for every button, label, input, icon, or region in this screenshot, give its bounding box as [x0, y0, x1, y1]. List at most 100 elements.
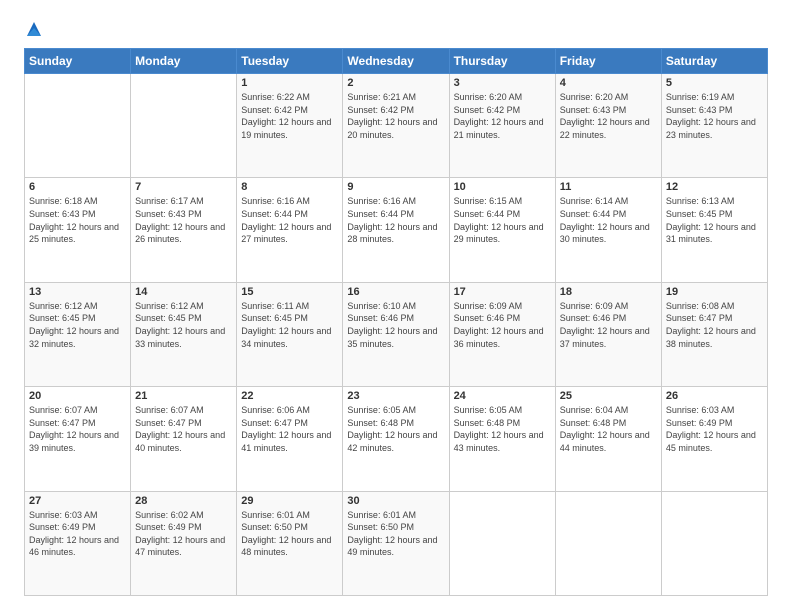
calendar-cell: 3 Sunrise: 6:20 AMSunset: 6:42 PMDaylight…: [449, 74, 555, 178]
daylight-text: Daylight: 12 hours and 34 minutes.: [241, 325, 338, 350]
sunrise-text: Sunrise: 6:19 AM: [666, 91, 763, 104]
day-number: 14: [135, 286, 232, 298]
sunset-text: Sunset: 6:43 PM: [29, 208, 126, 221]
day-header-saturday: Saturday: [661, 49, 767, 74]
daylight-text: Daylight: 12 hours and 19 minutes.: [241, 116, 338, 141]
sunrise-text: Sunrise: 6:13 AM: [666, 195, 763, 208]
sunrise-text: Sunrise: 6:16 AM: [241, 195, 338, 208]
sunrise-text: Sunrise: 6:09 AM: [454, 300, 551, 313]
daylight-text: Daylight: 12 hours and 29 minutes.: [454, 221, 551, 246]
calendar-cell: 14Sunrise: 6:12 AMSunset: 6:45 PMDayligh…: [131, 282, 237, 386]
day-number: 18: [560, 286, 657, 298]
sunrise-text: Sunrise: 6:01 AM: [347, 509, 444, 522]
day-number: 5: [666, 77, 763, 89]
day-info: Sunrise: 6:18 AMSunset: 6:43 PMDaylight:…: [29, 195, 126, 245]
sunset-text: Sunset: 6:49 PM: [135, 521, 232, 534]
day-info: Sunrise: 6:17 AMSunset: 6:43 PMDaylight:…: [135, 195, 232, 245]
day-info: Sunrise: 6:16 AMSunset: 6:44 PMDaylight:…: [347, 195, 444, 245]
day-info: Sunrise: 6:07 AMSunset: 6:47 PMDaylight:…: [135, 404, 232, 454]
day-info: Sunrise: 6:22 AMSunset: 6:42 PMDaylight:…: [241, 91, 338, 141]
calendar-cell: 11Sunrise: 6:14 AMSunset: 6:44 PMDayligh…: [555, 178, 661, 282]
sunrise-text: Sunrise: 6:12 AM: [135, 300, 232, 313]
day-number: 25: [560, 390, 657, 402]
day-info: Sunrise: 6:08 AMSunset: 6:47 PMDaylight:…: [666, 300, 763, 350]
sunrise-text: Sunrise: 6:17 AM: [135, 195, 232, 208]
sunset-text: Sunset: 6:47 PM: [666, 312, 763, 325]
day-info: Sunrise: 6:06 AMSunset: 6:47 PMDaylight:…: [241, 404, 338, 454]
day-header-wednesday: Wednesday: [343, 49, 449, 74]
day-info: Sunrise: 6:20 AMSunset: 6:42 PMDaylight:…: [454, 91, 551, 141]
sunset-text: Sunset: 6:47 PM: [29, 417, 126, 430]
sunset-text: Sunset: 6:45 PM: [666, 208, 763, 221]
daylight-text: Daylight: 12 hours and 32 minutes.: [29, 325, 126, 350]
calendar-cell: 17Sunrise: 6:09 AMSunset: 6:46 PMDayligh…: [449, 282, 555, 386]
calendar-cell: [661, 491, 767, 595]
week-row-1: 6Sunrise: 6:18 AMSunset: 6:43 PMDaylight…: [25, 178, 768, 282]
calendar-cell: 19Sunrise: 6:08 AMSunset: 6:47 PMDayligh…: [661, 282, 767, 386]
daylight-text: Daylight: 12 hours and 35 minutes.: [347, 325, 444, 350]
sunrise-text: Sunrise: 6:07 AM: [135, 404, 232, 417]
calendar-cell: 28Sunrise: 6:02 AMSunset: 6:49 PMDayligh…: [131, 491, 237, 595]
day-info: Sunrise: 6:11 AMSunset: 6:45 PMDaylight:…: [241, 300, 338, 350]
sunrise-text: Sunrise: 6:21 AM: [347, 91, 444, 104]
day-number: 2: [347, 77, 444, 89]
calendar-cell: 23Sunrise: 6:05 AMSunset: 6:48 PMDayligh…: [343, 387, 449, 491]
sunset-text: Sunset: 6:47 PM: [241, 417, 338, 430]
calendar-cell: 7 Sunrise: 6:17 AMSunset: 6:43 PMDaylight…: [131, 178, 237, 282]
daylight-text: Daylight: 12 hours and 31 minutes.: [666, 221, 763, 246]
day-number: 1: [241, 77, 338, 89]
daylight-text: Daylight: 12 hours and 33 minutes.: [135, 325, 232, 350]
sunset-text: Sunset: 6:44 PM: [241, 208, 338, 221]
day-info: Sunrise: 6:12 AMSunset: 6:45 PMDaylight:…: [29, 300, 126, 350]
day-number: 27: [29, 495, 126, 507]
day-info: Sunrise: 6:20 AMSunset: 6:43 PMDaylight:…: [560, 91, 657, 141]
day-info: Sunrise: 6:09 AMSunset: 6:46 PMDaylight:…: [454, 300, 551, 350]
sunrise-text: Sunrise: 6:05 AM: [347, 404, 444, 417]
day-number: 3: [454, 77, 551, 89]
day-info: Sunrise: 6:04 AMSunset: 6:48 PMDaylight:…: [560, 404, 657, 454]
sunset-text: Sunset: 6:43 PM: [560, 104, 657, 117]
calendar-cell: 26Sunrise: 6:03 AMSunset: 6:49 PMDayligh…: [661, 387, 767, 491]
sunset-text: Sunset: 6:46 PM: [560, 312, 657, 325]
sunset-text: Sunset: 6:45 PM: [29, 312, 126, 325]
daylight-text: Daylight: 12 hours and 48 minutes.: [241, 534, 338, 559]
day-info: Sunrise: 6:05 AMSunset: 6:48 PMDaylight:…: [347, 404, 444, 454]
daylight-text: Daylight: 12 hours and 46 minutes.: [29, 534, 126, 559]
daylight-text: Daylight: 12 hours and 47 minutes.: [135, 534, 232, 559]
calendar-cell: 16Sunrise: 6:10 AMSunset: 6:46 PMDayligh…: [343, 282, 449, 386]
sunrise-text: Sunrise: 6:03 AM: [29, 509, 126, 522]
day-number: 16: [347, 286, 444, 298]
sunrise-text: Sunrise: 6:22 AM: [241, 91, 338, 104]
daylight-text: Daylight: 12 hours and 20 minutes.: [347, 116, 444, 141]
calendar-cell: 18Sunrise: 6:09 AMSunset: 6:46 PMDayligh…: [555, 282, 661, 386]
sunrise-text: Sunrise: 6:14 AM: [560, 195, 657, 208]
day-info: Sunrise: 6:01 AMSunset: 6:50 PMDaylight:…: [347, 509, 444, 559]
week-row-2: 13Sunrise: 6:12 AMSunset: 6:45 PMDayligh…: [25, 282, 768, 386]
daylight-text: Daylight: 12 hours and 43 minutes.: [454, 429, 551, 454]
daylight-text: Daylight: 12 hours and 28 minutes.: [347, 221, 444, 246]
day-info: Sunrise: 6:05 AMSunset: 6:48 PMDaylight:…: [454, 404, 551, 454]
day-number: 7: [135, 181, 232, 193]
daylight-text: Daylight: 12 hours and 21 minutes.: [454, 116, 551, 141]
day-info: Sunrise: 6:14 AMSunset: 6:44 PMDaylight:…: [560, 195, 657, 245]
calendar-cell: [555, 491, 661, 595]
day-number: 9: [347, 181, 444, 193]
logo-icon: [25, 20, 43, 38]
day-info: Sunrise: 6:21 AMSunset: 6:42 PMDaylight:…: [347, 91, 444, 141]
sunset-text: Sunset: 6:49 PM: [29, 521, 126, 534]
calendar-table: SundayMondayTuesdayWednesdayThursdayFrid…: [24, 48, 768, 596]
day-number: 6: [29, 181, 126, 193]
calendar-cell: 6 Sunrise: 6:18 AMSunset: 6:43 PMDaylight…: [25, 178, 131, 282]
sunset-text: Sunset: 6:47 PM: [135, 417, 232, 430]
sunrise-text: Sunrise: 6:20 AM: [454, 91, 551, 104]
calendar-cell: 30Sunrise: 6:01 AMSunset: 6:50 PMDayligh…: [343, 491, 449, 595]
day-header-tuesday: Tuesday: [237, 49, 343, 74]
daylight-text: Daylight: 12 hours and 30 minutes.: [560, 221, 657, 246]
day-number: 26: [666, 390, 763, 402]
day-number: 20: [29, 390, 126, 402]
calendar-cell: 25 Sunrise: 6:04 AMSunset: 6:48 PMDayligh…: [555, 387, 661, 491]
day-info: Sunrise: 6:01 AMSunset: 6:50 PMDaylight:…: [241, 509, 338, 559]
sunrise-text: Sunrise: 6:18 AM: [29, 195, 126, 208]
day-info: Sunrise: 6:03 AMSunset: 6:49 PMDaylight:…: [29, 509, 126, 559]
calendar-cell: 27 Sunrise: 6:03 AMSunset: 6:49 PMDayligh…: [25, 491, 131, 595]
